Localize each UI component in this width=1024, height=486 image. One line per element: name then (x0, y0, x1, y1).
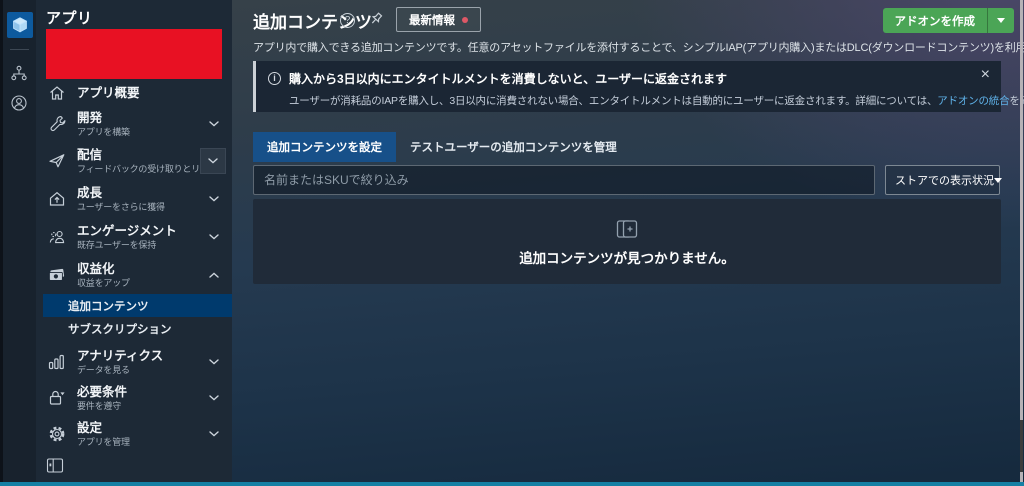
banner-body-text: ユーザーが消耗品のIAPを購入し、3日以内に消費されない場合、エンタイトルメント… (289, 95, 937, 107)
help-icon[interactable]: ? (340, 13, 355, 28)
sidebar-item-label: アナリティクス (77, 349, 163, 364)
sidebar-item-sublabel: アプリを管理 (77, 437, 130, 448)
tab-configure-addons[interactable]: 追加コンテンツを設定 (253, 132, 396, 162)
account-icon[interactable] (10, 94, 28, 112)
empty-state-message: 追加コンテンツが見つかりません。 (519, 247, 735, 267)
lock-icon (48, 389, 68, 407)
banner-body: ユーザーが消耗品のIAPを購入し、3日以内に消費されない場合、エンタイトルメント… (289, 93, 967, 108)
sidebar-item-engagement[interactable]: エンゲージメント 既存ユーザーを保持 (36, 218, 232, 256)
growth-icon (48, 190, 68, 208)
whats-new-label: 最新情報 (409, 12, 455, 28)
chevron-down-icon[interactable] (209, 395, 219, 401)
empty-state-panel: 追加コンテンツが見つかりません。 (253, 199, 1001, 284)
sidebar-item-distribution[interactable]: 配信 フィードバックの受け取りとリリース (36, 142, 232, 180)
main-content: 追加コンテンツ ? 最新情報 アドオンを作成 アプリ内で購入できる追加コンテンツ… (232, 0, 1024, 486)
sidebar-item-sublabel: アプリを構築 (77, 127, 130, 138)
sidebar-subitem-addons[interactable]: 追加コンテンツ (43, 294, 232, 317)
scrollbar-thumb[interactable] (1020, 420, 1023, 472)
chevron-down-icon[interactable] (209, 431, 219, 437)
send-icon (48, 152, 68, 170)
chevron-down-icon[interactable] (209, 121, 219, 127)
app-cube-icon[interactable] (7, 12, 33, 38)
sidebar-collapse-icon[interactable] (46, 457, 64, 474)
window-left-edge (0, 0, 3, 486)
sidebar-app-title: アプリ (46, 7, 232, 28)
sidebar-item-monetization[interactable]: 収益化 収益をアップ (36, 256, 232, 294)
rail-divider (10, 49, 29, 50)
tab-manage-test-user-addons[interactable]: テストユーザーの追加コンテンツを管理 (396, 132, 631, 162)
sidebar-item-sublabel: データを見る (77, 365, 163, 376)
search-input[interactable] (253, 165, 875, 195)
sidebar-item-requirements[interactable]: 必要条件 要件を遵守 (36, 380, 232, 416)
close-icon[interactable]: × (981, 67, 990, 83)
sidebar-item-analytics[interactable]: アナリティクス データを見る (36, 344, 232, 380)
sidebar: アプリ アプリ概要 開発 アプリを構築 (36, 0, 232, 486)
org-hierarchy-icon[interactable] (10, 64, 28, 82)
addon-integration-link[interactable]: アドオンの統合 (937, 95, 1009, 107)
home-icon (48, 84, 68, 102)
store-visibility-dropdown[interactable]: ストアでの表示状況 (885, 165, 1000, 195)
wrench-icon (48, 115, 68, 133)
sidebar-subitem-subscriptions[interactable]: サブスクリプション (36, 317, 232, 340)
chevron-down-icon[interactable] (209, 234, 219, 240)
money-icon (48, 266, 68, 284)
chevron-down-icon[interactable] (209, 196, 219, 202)
whats-new-button[interactable]: 最新情報 (396, 7, 481, 32)
chevron-down-icon[interactable] (209, 359, 219, 365)
app-name-redacted-block (46, 29, 222, 79)
create-addon-label[interactable]: アドオンを作成 (883, 8, 989, 33)
sidebar-item-sublabel: 要件を遵守 (77, 401, 127, 412)
sidebar-item-settings[interactable]: 設定 アプリを管理 (36, 416, 232, 452)
people-icon (48, 228, 68, 246)
sidebar-item-sublabel: 既存ユーザーを保持 (77, 240, 177, 251)
notification-dot (462, 17, 468, 23)
store-visibility-label: ストアでの表示状況 (895, 172, 994, 188)
sidebar-item-label: 開発 (77, 111, 130, 126)
create-addon-dropdown-arrow[interactable] (988, 8, 1014, 33)
sidebar-item-growth[interactable]: 成長 ユーザーをさらに獲得 (36, 180, 232, 218)
sidebar-item-label: 必要条件 (77, 385, 127, 400)
info-banner: i 購入から3日以内にエンタイトルメントを消費しないと、ユーザーに返金されます … (253, 61, 1001, 112)
gear-icon (48, 425, 68, 443)
sidebar-item-label: アプリ概要 (77, 86, 140, 100)
chevron-down-icon (994, 178, 1002, 183)
bottom-edge-bar (0, 482, 1024, 486)
sidebar-item-label: 成長 (77, 186, 165, 201)
scrollbar-track[interactable] (1020, 0, 1023, 486)
icon-rail (3, 0, 36, 486)
sidebar-item-development[interactable]: 開発 アプリを構築 (36, 106, 232, 142)
banner-title: 購入から3日以内にエンタイトルメントを消費しないと、ユーザーに返金されます (289, 70, 727, 87)
add-content-icon (615, 217, 639, 241)
page-subtitle: アプリ内で購入できる追加コンテンツです。任意のアセットファイルを添付することで、… (253, 39, 1024, 55)
sidebar-item-label: 設定 (77, 421, 130, 436)
sidebar-item-app-overview[interactable]: アプリ概要 (36, 80, 232, 106)
pin-icon[interactable] (368, 11, 384, 27)
chevron-up-icon[interactable] (209, 272, 219, 278)
sidebar-item-label: 収益化 (77, 262, 130, 277)
create-addon-button[interactable]: アドオンを作成 (883, 8, 1015, 33)
chevron-down-button[interactable] (200, 148, 226, 174)
sidebar-nav: アプリ概要 開発 アプリを構築 配信 (36, 80, 232, 452)
sidebar-item-label: エンゲージメント (77, 224, 177, 239)
bar-chart-icon (48, 353, 68, 371)
tab-bar: 追加コンテンツを設定 テストユーザーの追加コンテンツを管理 (253, 132, 631, 162)
sidebar-item-sublabel: 収益をアップ (77, 278, 130, 289)
info-icon: i (268, 72, 281, 85)
sidebar-item-sublabel: ユーザーをさらに獲得 (77, 202, 165, 213)
